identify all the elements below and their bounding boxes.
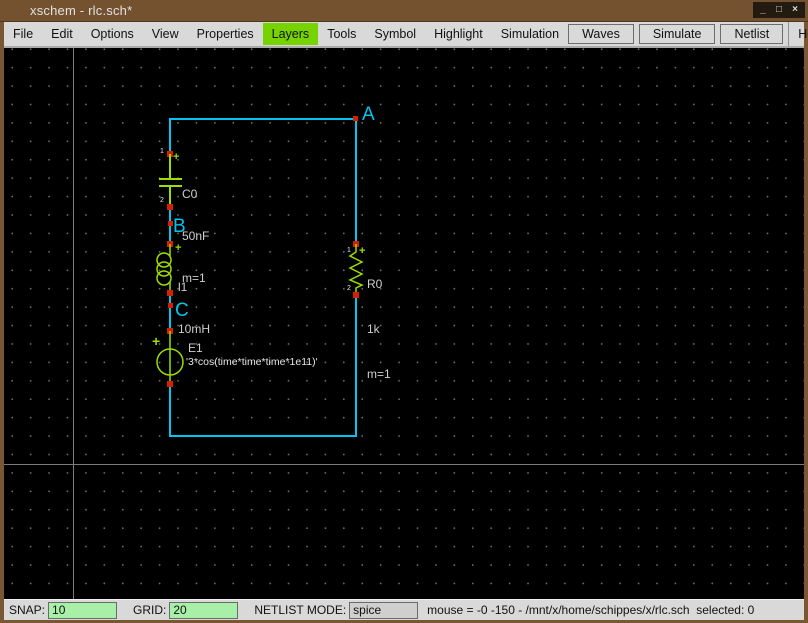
net-pin-a <box>353 116 358 121</box>
titlebar[interactable]: xschem - rlc.sch* _ □ × <box>0 0 808 22</box>
source-ref: E1 <box>188 341 203 355</box>
net-pin-c <box>168 303 173 308</box>
resistor-ref: R0 <box>367 277 383 291</box>
capacitor-plus-sign: + <box>173 151 180 163</box>
snap-input[interactable] <box>48 601 118 619</box>
pin-marker <box>167 204 173 210</box>
axis-horizontal <box>4 464 804 465</box>
resistor-mult: m=1 <box>367 367 391 381</box>
menubar: File Edit Options View Properties Layers… <box>4 22 808 48</box>
capacitor-lead-top <box>169 154 171 179</box>
resistor-value: 1k <box>367 322 380 336</box>
netlist-mode-input[interactable] <box>349 601 419 619</box>
menu-options[interactable]: Options <box>82 23 143 45</box>
wire-left-3[interactable] <box>169 293 171 332</box>
snap-label: SNAP: <box>9 603 46 617</box>
pin-marker <box>353 292 359 298</box>
capacitor-plate-top <box>159 178 182 180</box>
capacitor-pin1-number: 1 <box>160 148 164 155</box>
inductor-ref: l1 <box>178 280 188 294</box>
window-title: xschem - rlc.sch* <box>30 3 133 18</box>
resistor-pin2-number: 2 <box>347 285 351 292</box>
wire-right-2[interactable] <box>355 295 357 437</box>
simulate-button[interactable]: Simulate <box>638 24 716 44</box>
wire-top[interactable] <box>170 118 357 120</box>
capacitor-pin2-number: 2 <box>160 197 164 204</box>
wire-right-1[interactable] <box>355 118 357 245</box>
schematic-canvas[interactable]: A B C 1 + 2 C0 50nF m=1 + l1 10mH + E1 '… <box>4 48 804 599</box>
statusbar: SNAP: GRID: NETLIST MODE: mouse = -0 -15… <box>4 599 804 620</box>
menu-tools[interactable]: Tools <box>318 23 365 45</box>
grid-input[interactable] <box>169 601 239 619</box>
netlist-button[interactable]: Netlist <box>720 24 784 44</box>
pin-marker <box>167 381 173 387</box>
minimize-button[interactable]: _ <box>757 3 769 17</box>
window-controls: _ □ × <box>753 2 805 18</box>
wire-left-4[interactable] <box>169 384 171 437</box>
net-label-a[interactable]: A <box>362 104 375 126</box>
grid-label: GRID: <box>133 603 167 617</box>
axis-vertical <box>73 48 74 599</box>
wire-bottom[interactable] <box>169 435 357 437</box>
wire-left-1[interactable] <box>169 118 171 154</box>
capacitor-value: 50nF <box>182 229 210 243</box>
menu-highlight[interactable]: Highlight <box>425 23 492 45</box>
resistor-labels: R0 1k m=1 <box>367 247 391 412</box>
menu-edit[interactable]: Edit <box>42 23 82 45</box>
menu-properties[interactable]: Properties <box>188 23 263 45</box>
menubar-right: Waves Simulate Netlist Help <box>568 22 808 46</box>
waves-button[interactable]: Waves <box>568 24 634 44</box>
wire-left-2[interactable] <box>169 207 171 245</box>
source-value: '3*cos(time*time*time*1e11)' <box>186 356 318 368</box>
menu-simulation[interactable]: Simulation <box>492 23 568 45</box>
maximize-button[interactable]: □ <box>773 3 785 17</box>
menu-layers[interactable]: Layers <box>262 23 319 45</box>
pin-marker <box>167 290 173 296</box>
mouse-info: mouse = -0 -150 - /mnt/x/home/schippes/x… <box>427 603 755 617</box>
close-button[interactable]: × <box>789 3 801 17</box>
menu-symbol[interactable]: Symbol <box>365 23 425 45</box>
netlist-mode-label: NETLIST MODE: <box>254 603 347 617</box>
source-circle-symbol <box>156 331 184 384</box>
menu-file[interactable]: File <box>4 23 42 45</box>
menu-help[interactable]: Help <box>788 22 808 46</box>
menu-view[interactable]: View <box>143 23 188 45</box>
capacitor-ref: C0 <box>182 187 198 201</box>
